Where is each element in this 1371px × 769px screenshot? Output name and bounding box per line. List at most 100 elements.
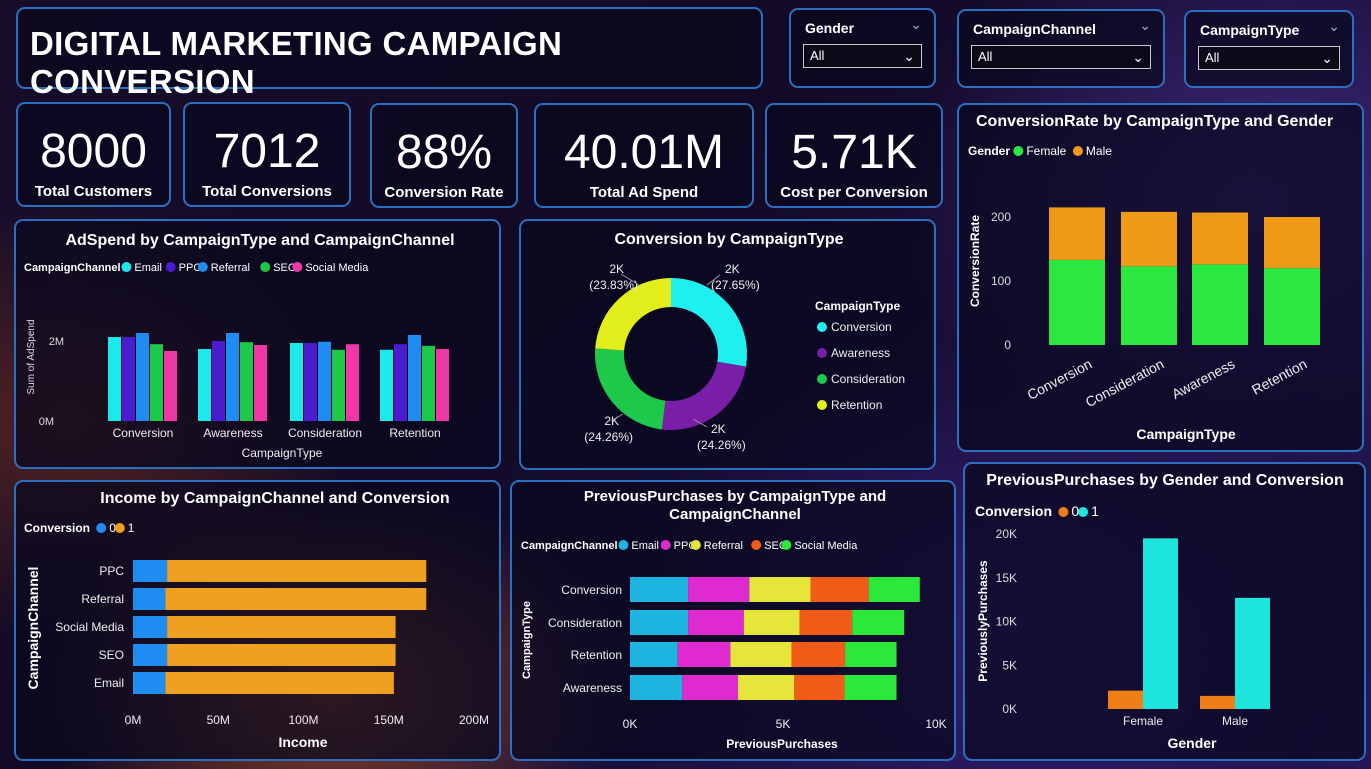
legend-item-label: Social Media [305, 262, 369, 274]
adspend-bar [318, 341, 331, 421]
y-tick-label: 15K [996, 571, 1017, 585]
slicer-gender[interactable]: Gender ⌄ All ⌄ [789, 8, 936, 88]
dropdown-arrow-icon: ⌄ [1132, 49, 1144, 65]
y-tick-label: Referral [81, 592, 124, 606]
legend-item-label: Referral [704, 540, 743, 552]
y-tick-label: 100 [991, 274, 1011, 288]
kpi-label: Total Customers [34, 183, 153, 200]
kpi-value: 40.01M [563, 126, 725, 179]
y-axis-title: CampaignType [521, 601, 533, 679]
prevpurch-bar-segment [630, 642, 678, 667]
legend-item-label: Retention [831, 398, 882, 412]
x-tick-label: Conversion [113, 426, 174, 440]
x-tick-label: 0K [623, 717, 638, 731]
chart-title: ConversionRate by CampaignType and Gende… [976, 113, 1333, 130]
prevpurch-bar-segment [688, 577, 750, 602]
chart-title: PreviousPurchases by CampaignType and [584, 488, 886, 505]
dropdown-arrow-icon: ⌄ [903, 48, 915, 64]
slicer-campaign-channel-label: CampaignChannel [973, 21, 1096, 37]
adspend-bar [212, 341, 225, 421]
legend-marker [817, 374, 827, 384]
kpi-label: Total Ad Spend [589, 184, 699, 201]
prevpurch-bar-segment [749, 577, 811, 602]
legend-marker [1013, 146, 1024, 156]
legend-marker [1078, 507, 1089, 517]
convrate-bar-male [1049, 207, 1105, 260]
adspend-chart: AdSpend by CampaignType and CampaignChan… [24, 232, 455, 460]
title-card: DIGITAL MARKETING CAMPAIGN CONVERSION [16, 7, 763, 100]
legend-title: CampaignChannel [521, 540, 618, 552]
adspend-panel: AdSpend by CampaignType and CampaignChan… [14, 219, 501, 469]
prevgender-bar-0 [1108, 690, 1143, 709]
chevron-down-icon[interactable]: ⌄ [1139, 17, 1151, 34]
previous-purchases-chart: PreviousPurchases by CampaignType and Cam… [521, 488, 947, 751]
y-tick-label: 0M [39, 416, 54, 428]
x-tick-label: Male [1222, 714, 1248, 728]
x-axis-title: Gender [1167, 735, 1217, 751]
donut-data-label: 2K [725, 262, 740, 276]
prevpurch-bar-segment [688, 610, 744, 635]
donut-data-label: 2K [711, 422, 726, 436]
chevron-down-icon[interactable]: ⌄ [1328, 18, 1340, 35]
income-bar-1 [167, 644, 396, 666]
campaign-type-dropdown-value: All [1205, 50, 1220, 65]
slicer-campaign-type[interactable]: CampaignType ⌄ All ⌄ [1184, 10, 1354, 88]
prevgender-bar-1 [1235, 597, 1270, 709]
donut-panel: Conversion by CampaignType 2K (27.65%) 2K (2… [519, 219, 936, 470]
previous-purchases-gender-chart: PreviousPurchases by Gender and Conversi… [975, 472, 1344, 751]
legend-item-label: Conversion [831, 320, 892, 334]
adspend-bar [408, 335, 421, 421]
kpi-value: 5.71K [791, 126, 917, 179]
campaign-channel-dropdown[interactable]: All ⌄ [971, 45, 1151, 69]
y-tick-label: Conversion [561, 583, 622, 597]
adspend-bar [226, 333, 239, 421]
adspend-bar [290, 343, 303, 421]
prevgender-bar-0 [1200, 695, 1235, 709]
legend-item-label: Referral [211, 262, 250, 274]
convrate-bar-male [1121, 211, 1177, 267]
y-tick-label: Awareness [563, 681, 622, 695]
gender-dropdown[interactable]: All ⌄ [803, 44, 922, 68]
slicer-campaign-channel[interactable]: CampaignChannel ⌄ All ⌄ [957, 9, 1165, 88]
chart-title: PreviousPurchases by Gender and Conversi… [986, 472, 1343, 489]
legend-marker [618, 540, 629, 550]
legend-marker [96, 523, 107, 533]
adspend-bar [198, 349, 211, 421]
adspend-bar [394, 344, 407, 421]
prevpurch-bar-segment [630, 577, 689, 602]
chevron-down-icon[interactable]: ⌄ [910, 16, 922, 33]
donut-data-pct: (24.26%) [584, 430, 633, 444]
kpi-label: Conversion Rate [384, 184, 504, 201]
adspend-bar [122, 337, 135, 421]
y-tick-label: SEO [99, 648, 124, 662]
legend-item-label: 1 [128, 521, 135, 535]
y-tick-label: 0 [1004, 338, 1011, 352]
kpi-value: 88% [395, 126, 493, 179]
y-tick-label: 2M [49, 336, 64, 348]
prevpurch-bar-segment [799, 610, 853, 635]
income-bar-0 [133, 644, 168, 666]
prevpurch-bar-segment [810, 577, 869, 602]
convrate-bar-male [1192, 212, 1248, 265]
convrate-panel: ConversionRate by CampaignType and Gende… [957, 103, 1364, 452]
prevpurch-bar-segment [845, 642, 897, 667]
prevpurch-bar-segment [791, 642, 846, 667]
chart-title: AdSpend by CampaignType and CampaignChan… [65, 232, 454, 249]
adspend-bar [332, 349, 345, 421]
adspend-bar [164, 351, 177, 421]
prevpurch-bar-segment [743, 610, 800, 635]
adspend-bar [240, 342, 253, 421]
income-bar-0 [133, 588, 166, 610]
adspend-bar [436, 349, 449, 421]
x-tick-label: Awareness [1169, 356, 1237, 403]
y-tick-label: 0K [1002, 702, 1017, 716]
legend-title: CampaignType [815, 299, 900, 313]
y-axis-title: CampaignChannel [25, 567, 41, 690]
income-bar-0 [133, 672, 166, 694]
prevpurch-panel: PreviousPurchases by CampaignType and Cam… [510, 480, 956, 761]
legend-marker [781, 540, 792, 550]
campaign-type-dropdown[interactable]: All ⌄ [1198, 46, 1340, 70]
income-bar-1 [167, 560, 427, 582]
legend-title: Gender [968, 144, 1010, 158]
y-tick-label: 20K [996, 527, 1017, 541]
